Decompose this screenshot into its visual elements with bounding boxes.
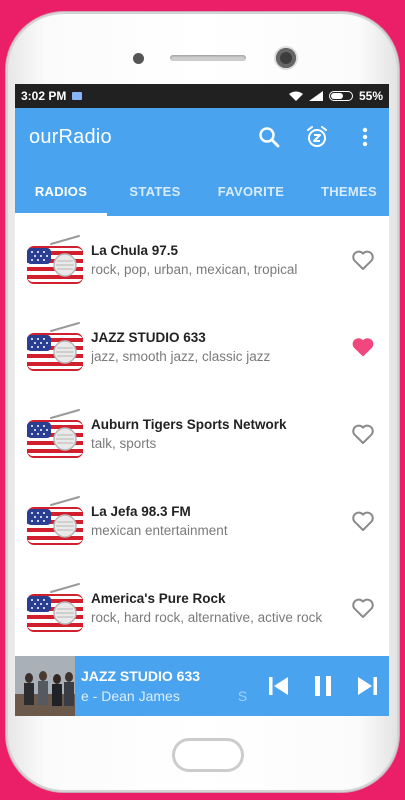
station-row[interactable]: Auburn Tigers Sports Network talk, sport… <box>15 390 389 477</box>
player-controls <box>257 664 389 708</box>
pause-icon <box>315 676 331 696</box>
more-vert-icon <box>362 127 368 147</box>
battery-percent: 55% <box>358 89 383 103</box>
tab-favorite[interactable]: FAVORITE <box>203 166 299 216</box>
skip-previous-icon <box>269 677 288 695</box>
tab-radios[interactable]: RADIOS <box>15 166 107 216</box>
heart-outline-icon <box>352 598 374 618</box>
overflow-menu-button[interactable] <box>341 113 389 161</box>
search-icon <box>259 127 280 148</box>
band-photo-icon <box>15 656 75 716</box>
favorite-toggle[interactable] <box>341 238 385 282</box>
station-row[interactable]: JAZZ STUDIO 633 jazz, smooth jazz, class… <box>15 303 389 390</box>
favorite-toggle[interactable] <box>341 586 385 630</box>
player-subtitle: e - Dean James S <box>81 688 251 704</box>
station-genres: jazz, smooth jazz, classic jazz <box>91 348 271 364</box>
station-text: La Jefa 98.3 FM mexican entertainment <box>91 504 341 538</box>
search-button[interactable] <box>245 113 293 161</box>
station-genres: rock, hard rock, alternative, active roc… <box>91 609 323 625</box>
app-bar-actions <box>245 113 389 161</box>
station-row[interactable]: America's Pure Rock rock, hard rock, alt… <box>15 564 389 651</box>
tab-themes[interactable]: THEMES <box>299 166 389 216</box>
heart-outline-icon <box>352 250 374 270</box>
screen: 3:02 PM 55% ourRadio RADIOS STATES FAVOR… <box>15 84 389 716</box>
app-title: ourRadio <box>29 125 112 148</box>
player-subtitle-text: e - Dean James <box>81 688 180 704</box>
station-row[interactable]: La Jefa 98.3 FM mexican entertainment <box>15 477 389 564</box>
front-camera <box>276 48 296 68</box>
earpiece <box>170 55 246 61</box>
previous-button[interactable] <box>257 664 301 708</box>
sleep-timer-button[interactable] <box>293 113 341 161</box>
station-name: La Chula 97.5 <box>91 242 179 258</box>
usa-radio-icon <box>27 582 83 632</box>
status-right: 55% <box>288 89 383 103</box>
next-button[interactable] <box>345 664 389 708</box>
station-genres: rock, pop, urban, mexican, tropical <box>91 261 298 277</box>
status-time: 3:02 PM <box>21 89 67 103</box>
player-info: JAZZ STUDIO 633 e - Dean James S <box>81 668 251 704</box>
usa-radio-icon <box>27 495 83 545</box>
station-text: JAZZ STUDIO 633 jazz, smooth jazz, class… <box>91 330 341 364</box>
notification-icon <box>72 92 83 100</box>
station-genres: talk, sports <box>91 435 157 451</box>
station-text: Auburn Tigers Sports Network talk, sport… <box>91 417 341 451</box>
album-art <box>15 656 75 716</box>
proximity-sensor <box>133 53 144 64</box>
favorite-toggle[interactable] <box>341 325 385 369</box>
player-subtitle-tail: S <box>237 688 248 704</box>
station-text: America's Pure Rock rock, hard rock, alt… <box>91 591 341 625</box>
station-name: La Jefa 98.3 FM <box>91 503 191 519</box>
station-row[interactable]: La Chula 97.5 rock, pop, urban, mexican,… <box>15 216 389 303</box>
wifi-icon <box>288 91 303 101</box>
favorite-toggle[interactable] <box>341 412 385 456</box>
status-bar: 3:02 PM 55% <box>15 84 389 108</box>
app-bar: ourRadio <box>15 108 389 166</box>
station-list: La Chula 97.5 rock, pop, urban, mexican,… <box>15 216 389 651</box>
home-button[interactable] <box>172 738 244 772</box>
favorite-toggle[interactable] <box>341 499 385 543</box>
pause-button[interactable] <box>301 664 345 708</box>
usa-radio-icon <box>27 321 83 371</box>
station-text: La Chula 97.5 rock, pop, urban, mexican,… <box>91 243 341 277</box>
station-genres: mexican entertainment <box>91 522 228 538</box>
tab-states[interactable]: STATES <box>107 166 203 216</box>
heart-outline-icon <box>352 511 374 531</box>
alarm-snooze-icon <box>307 126 327 147</box>
station-name: JAZZ STUDIO 633 <box>91 329 206 345</box>
mini-player[interactable]: JAZZ STUDIO 633 e - Dean James S <box>15 656 389 716</box>
player-title: JAZZ STUDIO 633 <box>81 668 201 684</box>
signal-icon <box>308 91 323 101</box>
tab-bar: RADIOS STATES FAVORITE THEMES <box>15 166 389 216</box>
battery-icon <box>328 91 353 101</box>
station-name: Auburn Tigers Sports Network <box>91 416 287 432</box>
usa-radio-icon <box>27 408 83 458</box>
station-name: America's Pure Rock <box>91 590 226 606</box>
usa-radio-icon <box>27 234 83 284</box>
heart-outline-icon <box>352 424 374 444</box>
skip-next-icon <box>358 677 377 695</box>
heart-filled-icon <box>352 337 374 356</box>
